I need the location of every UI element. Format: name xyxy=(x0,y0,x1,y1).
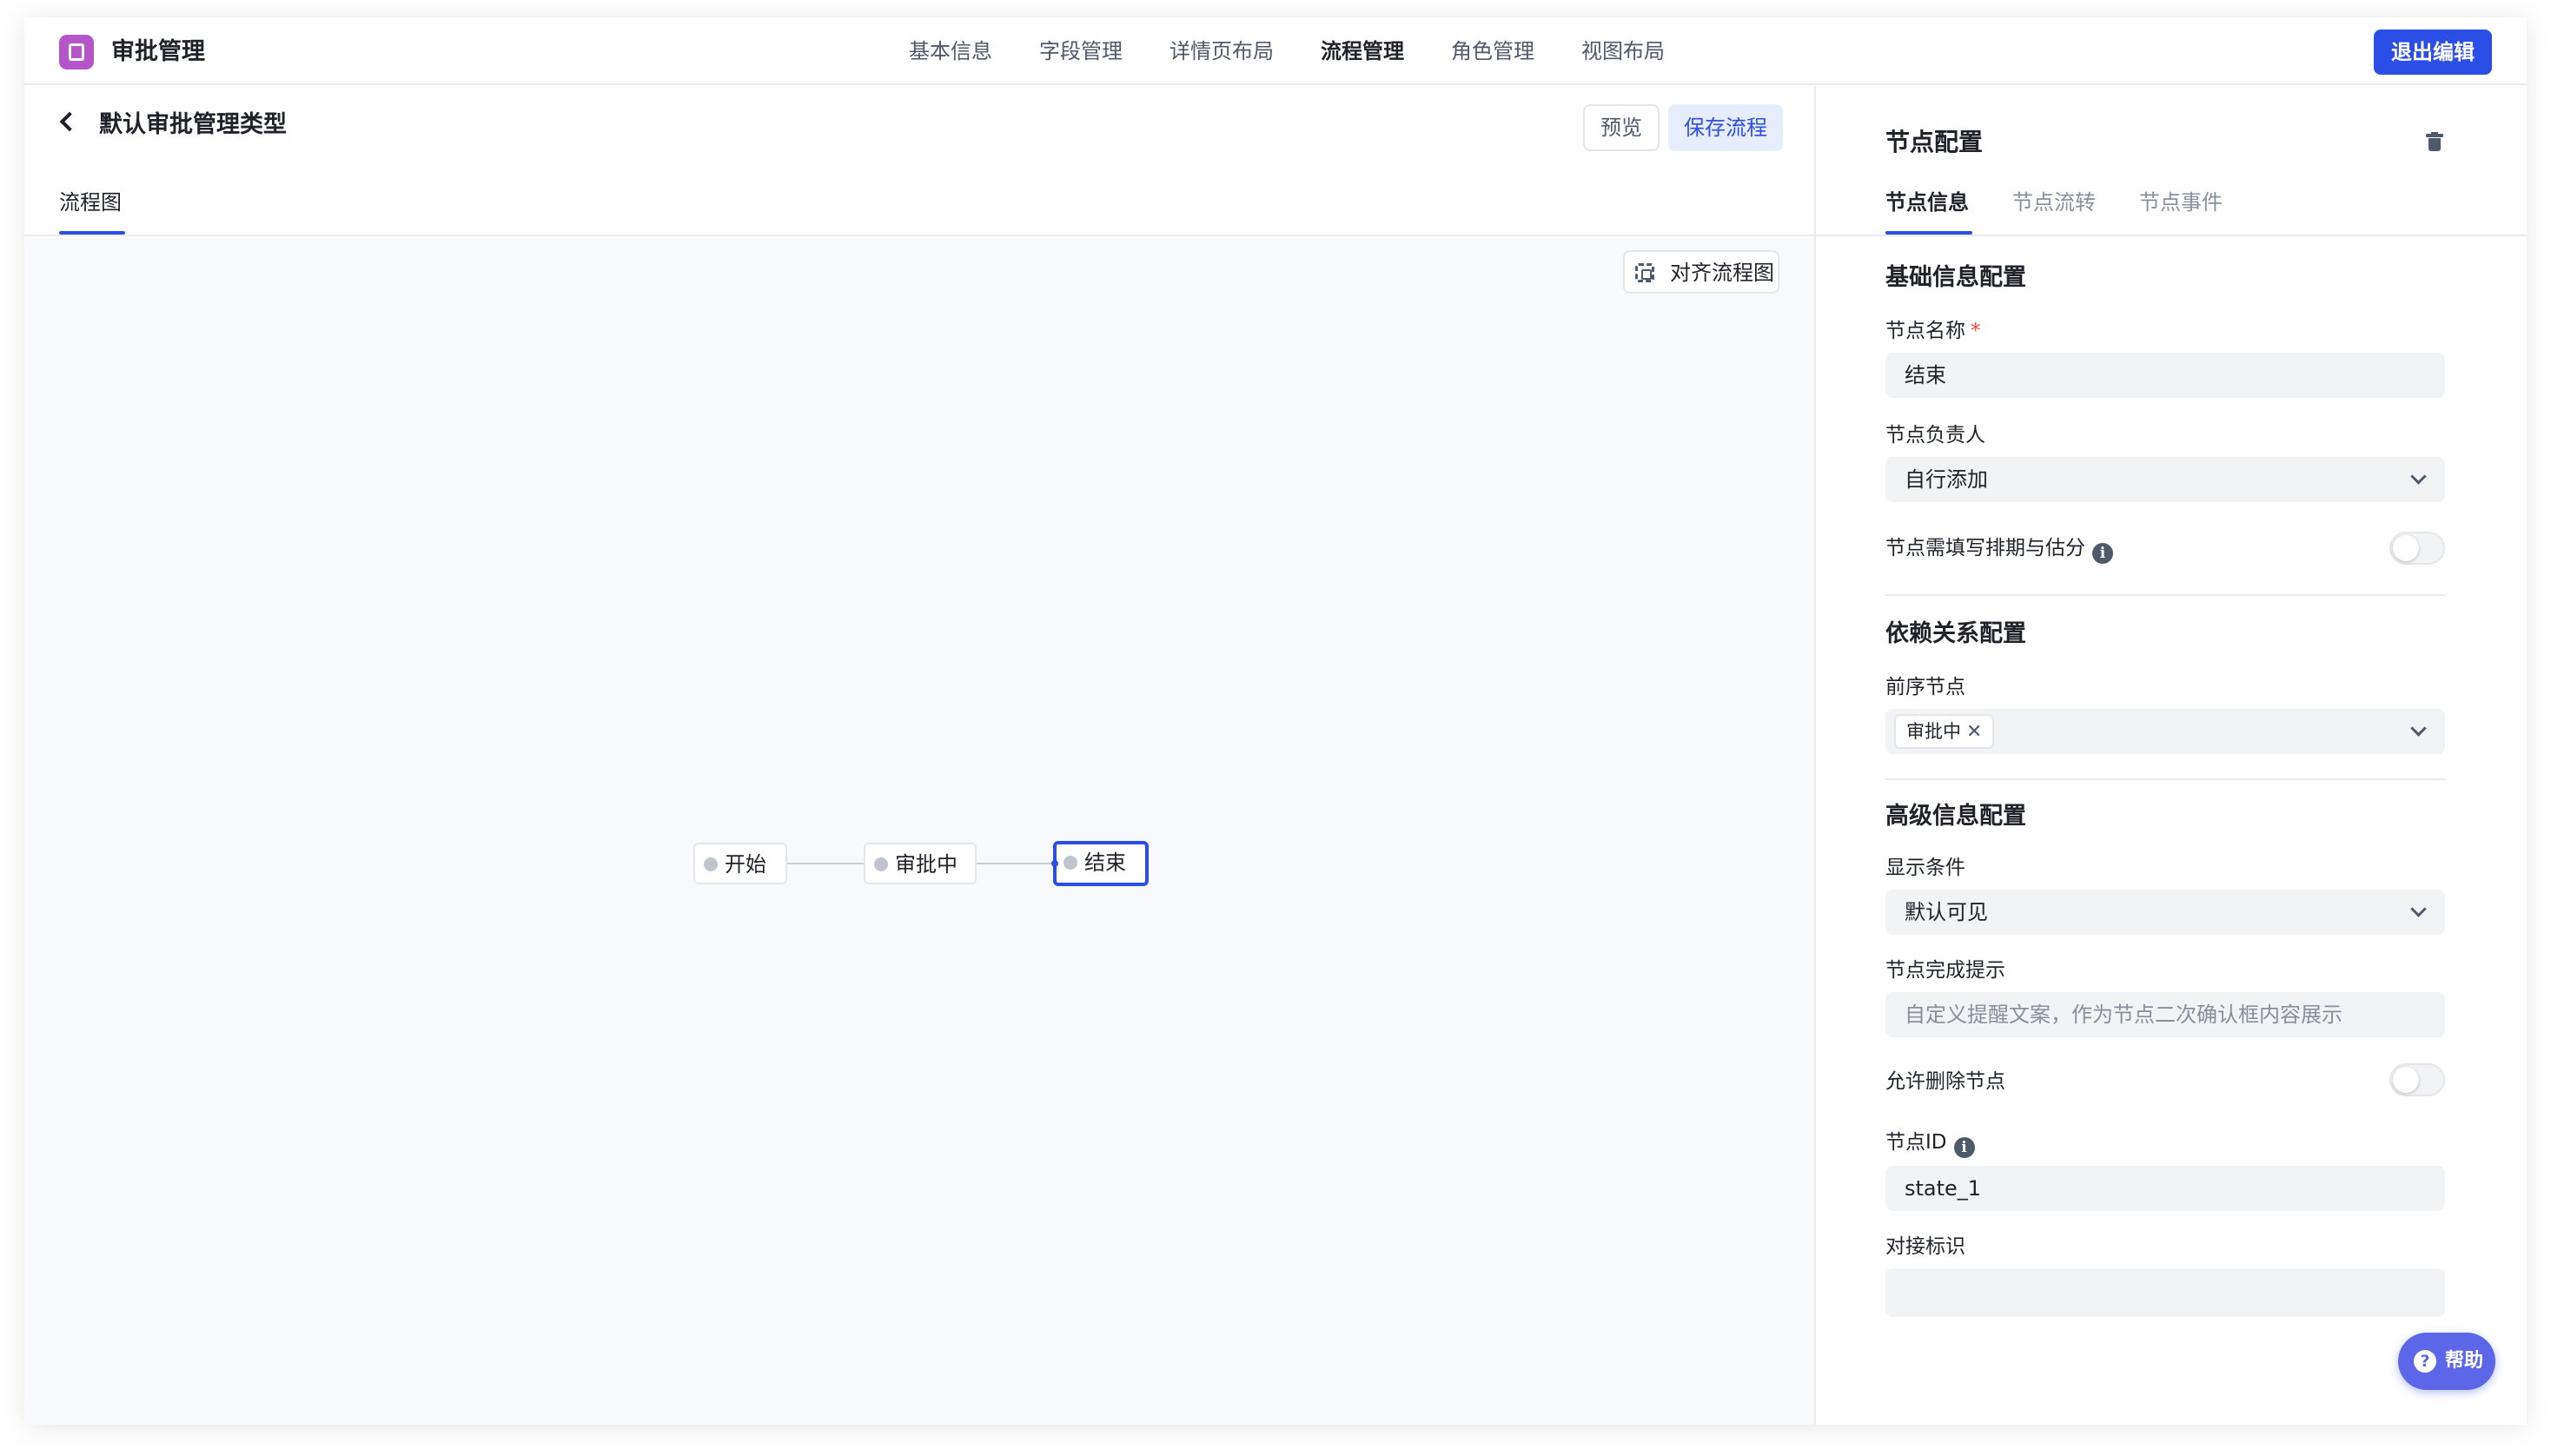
app-title: 审批管理 xyxy=(111,38,205,65)
editor-header: 默认审批管理类型 预览 保存流程 xyxy=(24,87,1814,165)
help-button[interactable]: ? 帮助 xyxy=(2398,1333,2495,1390)
node-name-label: 节点名称 * xyxy=(1885,320,1981,342)
completion-tip-input[interactable]: 自定义提醒文案，作为节点二次确认框内容展示 xyxy=(1885,992,2445,1037)
prev-node-label: 前序节点 xyxy=(1885,676,1965,698)
info-icon: i xyxy=(1953,1137,1975,1158)
back-arrow-icon[interactable] xyxy=(59,111,80,132)
node-id-value: state_1 xyxy=(1905,1176,1982,1201)
flow-canvas[interactable]: 对齐流程图 开始 审批中 结束 xyxy=(24,238,1814,1425)
save-flow-button[interactable]: 保存流程 xyxy=(1668,104,1783,151)
panel-title: 节点配置 xyxy=(1885,128,1984,156)
nav-view-layout[interactable]: 视图布局 xyxy=(1581,33,1665,69)
node-owner-value: 自行添加 xyxy=(1905,467,1988,492)
nav-basic-info[interactable]: 基本信息 xyxy=(909,33,992,69)
schedule-label: 节点需填写排期与估分 i xyxy=(1885,533,2113,564)
nav-field-management[interactable]: 字段管理 xyxy=(1039,33,1123,69)
section-basic-info: 基础信息配置 xyxy=(1885,264,2026,291)
node-id-label: 节点ID i xyxy=(1885,1128,1975,1158)
visible-condition-value: 默认可见 xyxy=(1905,900,1988,924)
align-flow-button[interactable]: 对齐流程图 xyxy=(1623,250,1779,294)
editor-tabs: 流程图 xyxy=(24,181,1814,236)
node-owner-label: 节点负责人 xyxy=(1885,424,1985,447)
prev-node-select[interactable]: 审批中 ✕ xyxy=(1885,709,2445,754)
chevron-down-icon xyxy=(2410,901,2427,917)
node-label: 审批中 xyxy=(895,852,957,877)
visible-condition-select[interactable]: 默认可见 xyxy=(1885,890,2445,935)
section-dependency: 依赖关系配置 xyxy=(1885,620,2026,647)
required-mark: * xyxy=(1971,320,1981,342)
tab-flow-chart[interactable]: 流程图 xyxy=(59,186,122,219)
node-connection-handle[interactable] xyxy=(1051,860,1058,867)
tag-label: 审批中 xyxy=(1906,721,1961,742)
node-name-value: 结束 xyxy=(1905,363,1946,387)
flow-edge[interactable] xyxy=(787,863,869,864)
integration-id-label: 对接标识 xyxy=(1885,1235,1965,1258)
info-icon: i xyxy=(2092,543,2113,564)
trash-icon[interactable] xyxy=(2426,132,2443,151)
exit-edit-button[interactable]: 退出编辑 xyxy=(2374,30,2492,75)
node-name-input[interactable]: 结束 xyxy=(1885,353,2445,398)
integration-id-input[interactable] xyxy=(1885,1268,2445,1317)
chevron-down-icon xyxy=(2410,468,2427,485)
flow-node-approving[interactable]: 审批中 xyxy=(864,843,977,884)
prev-node-tag: 审批中 ✕ xyxy=(1894,714,1995,749)
nav-role-management[interactable]: 角色管理 xyxy=(1451,33,1534,69)
align-flow-label: 对齐流程图 xyxy=(1670,261,1774,285)
tab-active-indicator xyxy=(1885,231,1972,235)
panel-tabs: 节点信息 节点流转 节点事件 xyxy=(1816,181,2527,236)
visible-condition-label: 显示条件 xyxy=(1885,857,1965,879)
allow-delete-toggle[interactable] xyxy=(2389,1063,2445,1096)
node-id-input[interactable]: state_1 xyxy=(1885,1166,2445,1211)
help-label: 帮助 xyxy=(2445,1350,2484,1372)
focus-icon xyxy=(1635,263,1654,282)
app-window: 审批管理 基本信息 字段管理 详情页布局 流程管理 角色管理 视图布局 退出编辑… xyxy=(24,17,2527,1425)
allow-delete-label: 允许删除节点 xyxy=(1885,1070,2005,1093)
node-status-dot xyxy=(1063,856,1077,870)
node-status-dot xyxy=(704,857,718,871)
section-divider xyxy=(1885,778,2445,780)
flow-node-end[interactable]: 结束 xyxy=(1053,841,1149,886)
flow-editor: 默认审批管理类型 预览 保存流程 流程图 对齐流程图 开始 审批中 结束 xyxy=(24,87,1814,1425)
flow-title: 默认审批管理类型 xyxy=(99,111,287,138)
flow-node-start[interactable]: 开始 xyxy=(693,843,787,884)
preview-button[interactable]: 预览 xyxy=(1583,104,1660,151)
close-icon[interactable]: ✕ xyxy=(1966,721,1982,743)
node-status-dot xyxy=(874,857,888,871)
flow-edge[interactable] xyxy=(975,863,1060,864)
completion-tip-placeholder: 自定义提醒文案，作为节点二次确认框内容展示 xyxy=(1905,1003,2342,1027)
nav-flow-management[interactable]: 流程管理 xyxy=(1321,33,1404,69)
tab-node-transition[interactable]: 节点流转 xyxy=(2012,186,2096,219)
section-divider xyxy=(1885,594,2445,596)
section-advanced: 高级信息配置 xyxy=(1885,803,2026,830)
app-logo-icon xyxy=(59,35,94,69)
help-icon: ? xyxy=(2414,1350,2436,1373)
schedule-toggle[interactable] xyxy=(2389,532,2445,565)
main-nav: 基本信息 字段管理 详情页布局 流程管理 角色管理 视图布局 xyxy=(909,33,1712,69)
tab-node-events[interactable]: 节点事件 xyxy=(2139,186,2223,219)
top-bar: 审批管理 基本信息 字段管理 详情页布局 流程管理 角色管理 视图布局 退出编辑 xyxy=(24,17,2527,85)
completion-tip-label: 节点完成提示 xyxy=(1885,959,2005,982)
node-label: 开始 xyxy=(725,852,766,877)
node-owner-select[interactable]: 自行添加 xyxy=(1885,457,2445,502)
chevron-down-icon xyxy=(2410,720,2427,737)
nav-detail-layout[interactable]: 详情页布局 xyxy=(1169,33,1274,69)
node-config-panel: 节点配置 节点信息 节点流转 节点事件 基础信息配置 节点名称 * 结束 节点负责… xyxy=(1814,87,2527,1425)
node-label: 结束 xyxy=(1084,850,1126,875)
tab-node-info[interactable]: 节点信息 xyxy=(1885,186,1969,219)
tab-active-indicator xyxy=(59,231,125,235)
